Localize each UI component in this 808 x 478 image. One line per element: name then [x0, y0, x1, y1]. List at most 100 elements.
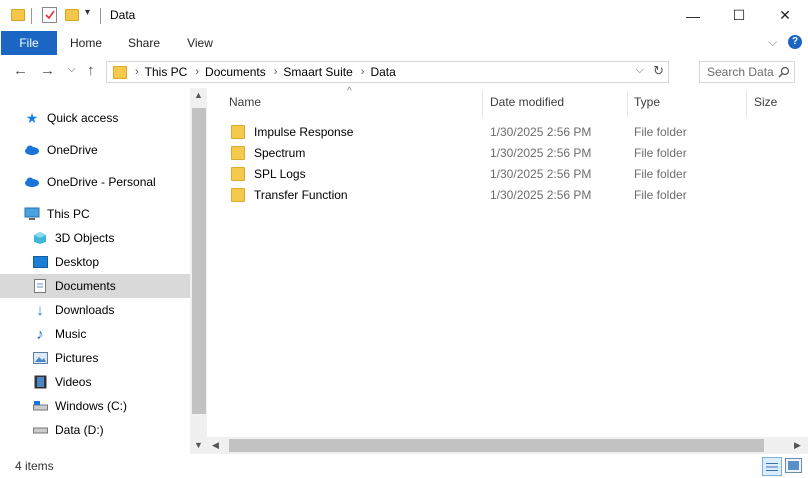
file-date: 1/30/2025 2:56 PM [490, 124, 592, 139]
nav-item-this-pc[interactable]: This PC [0, 202, 214, 226]
address-bar[interactable]: › This PC › Documents › Smaart Suite › D… [106, 61, 669, 83]
nav-item-label: Downloads [55, 303, 115, 317]
properties-icon[interactable] [42, 7, 57, 23]
column-header-name[interactable]: Name [229, 95, 261, 112]
nav-item-label: Pictures [55, 351, 99, 365]
file-date: 1/30/2025 2:56 PM [490, 187, 592, 202]
nav-item-music[interactable]: ♪ Music [0, 322, 222, 346]
chevron-right-icon[interactable]: › [361, 66, 365, 78]
tab-view[interactable]: View [180, 31, 220, 55]
nav-item-quick-access[interactable]: ★ Quick access [0, 106, 214, 130]
breadcrumb-data[interactable]: Data [370, 65, 395, 79]
nav-item-onedrive[interactable]: OneDrive [0, 138, 214, 162]
up-button[interactable]: ↑ [87, 61, 95, 81]
folder-icon [231, 145, 245, 160]
title-bar: ▾ Data — ☐ ✕ [0, 0, 808, 31]
back-button[interactable]: ← [13, 61, 28, 81]
window-title: Data [110, 8, 136, 22]
nav-item-label: This PC [47, 207, 90, 221]
file-row[interactable]: Impulse Response 1/30/2025 2:56 PM File … [228, 121, 687, 142]
scroll-down-icon[interactable]: ▼ [194, 440, 203, 450]
desktop-icon [32, 255, 48, 269]
column-divider[interactable] [627, 91, 628, 117]
star-icon: ★ [25, 109, 39, 126]
drive-icon [32, 399, 48, 413]
refresh-icon[interactable]: ↻ [653, 63, 664, 79]
cloud-icon [24, 175, 40, 189]
nav-item-label: Desktop [55, 255, 100, 269]
nav-item-label: OneDrive - Personal [47, 175, 156, 189]
new-folder-icon[interactable] [65, 9, 79, 21]
nav-item-label: Documents [55, 279, 116, 293]
folder-icon [11, 9, 25, 21]
tab-file[interactable]: File [1, 31, 57, 55]
column-header-size[interactable]: Size [754, 95, 777, 112]
close-button[interactable]: ✕ [762, 0, 808, 31]
navigation-pane: ★ Quick access OneDrive OneDrive - Perso… [0, 88, 207, 454]
customize-toolbar-icon[interactable]: ▾ [85, 7, 90, 18]
music-icon: ♪ [36, 325, 44, 343]
search-box[interactable]: Search Data [699, 61, 795, 83]
cloud-icon [24, 143, 40, 157]
scroll-left-icon[interactable]: ◀ [212, 440, 219, 451]
expand-ribbon-icon[interactable]: ⌵ [768, 35, 777, 50]
status-bar: 4 items [0, 454, 808, 478]
download-icon: ↓ [36, 301, 44, 319]
nav-item-label: OneDrive [47, 143, 98, 157]
column-divider[interactable] [746, 91, 747, 117]
help-icon[interactable]: ? [788, 35, 802, 49]
chevron-right-icon[interactable]: › [135, 66, 139, 78]
nav-item-downloads[interactable]: ↓ Downloads [0, 298, 222, 322]
video-icon [32, 375, 48, 389]
horizontal-scrollbar-thumb[interactable] [229, 439, 764, 452]
column-header-date-modified[interactable]: Date modified [490, 95, 564, 112]
file-name: Impulse Response [254, 124, 354, 139]
nav-item-data-d[interactable]: Data (D:) [0, 418, 222, 442]
divider [31, 8, 32, 24]
scroll-right-icon[interactable]: ▶ [794, 440, 801, 451]
file-row[interactable]: SPL Logs 1/30/2025 2:56 PM File folder [228, 163, 687, 184]
details-view-button[interactable] [762, 457, 782, 476]
tab-home[interactable]: Home [64, 31, 108, 55]
recent-locations-icon[interactable]: ⌵ [68, 64, 76, 75]
search-icon[interactable] [778, 66, 790, 78]
column-divider[interactable] [482, 91, 483, 117]
scroll-up-icon[interactable]: ▲ [194, 90, 203, 100]
search-input[interactable]: Search Data [707, 65, 774, 79]
forward-button[interactable]: → [40, 61, 55, 81]
file-type: File folder [634, 187, 687, 202]
folder-icon [231, 166, 245, 181]
file-name: SPL Logs [254, 166, 306, 181]
nav-item-desktop[interactable]: Desktop [0, 250, 222, 274]
nav-item-windows-c[interactable]: Windows (C:) [0, 394, 222, 418]
breadcrumb-documents[interactable]: Documents [205, 65, 266, 79]
computer-icon [24, 207, 40, 221]
folder-icon [231, 187, 245, 202]
nav-item-label: Data (D:) [55, 423, 104, 437]
maximize-button[interactable]: ☐ [716, 0, 762, 31]
minimize-button[interactable]: — [670, 0, 716, 31]
cube-icon [32, 231, 48, 245]
nav-item-label: Music [55, 327, 87, 341]
chevron-right-icon[interactable]: › [195, 66, 199, 78]
file-date: 1/30/2025 2:56 PM [490, 166, 592, 181]
nav-scrollbar-thumb[interactable] [192, 108, 206, 414]
breadcrumb-smaart-suite[interactable]: Smaart Suite [283, 65, 352, 79]
nav-item-onedrive-personal[interactable]: OneDrive - Personal [0, 170, 214, 194]
nav-item-videos[interactable]: Videos [0, 370, 222, 394]
nav-item-pictures[interactable]: Pictures [0, 346, 222, 370]
large-icons-view-button[interactable] [785, 458, 802, 473]
details-view-icon [766, 462, 778, 471]
file-row[interactable]: Transfer Function 1/30/2025 2:56 PM File… [228, 184, 687, 205]
nav-item-3d-objects[interactable]: 3D Objects [0, 226, 222, 250]
address-dropdown-icon[interactable]: ⌵ [636, 64, 644, 77]
item-count: 4 items [15, 459, 54, 473]
chevron-right-icon[interactable]: › [274, 66, 278, 78]
column-header-type[interactable]: Type [634, 95, 660, 112]
breadcrumb-this-pc[interactable]: This PC [145, 65, 188, 79]
nav-item-label: Windows (C:) [55, 399, 128, 413]
nav-item-documents[interactable]: Documents [0, 274, 190, 298]
tab-share[interactable]: Share [122, 31, 166, 55]
file-row[interactable]: Spectrum 1/30/2025 2:56 PM File folder [228, 142, 687, 163]
nav-item-label: Quick access [47, 111, 119, 125]
